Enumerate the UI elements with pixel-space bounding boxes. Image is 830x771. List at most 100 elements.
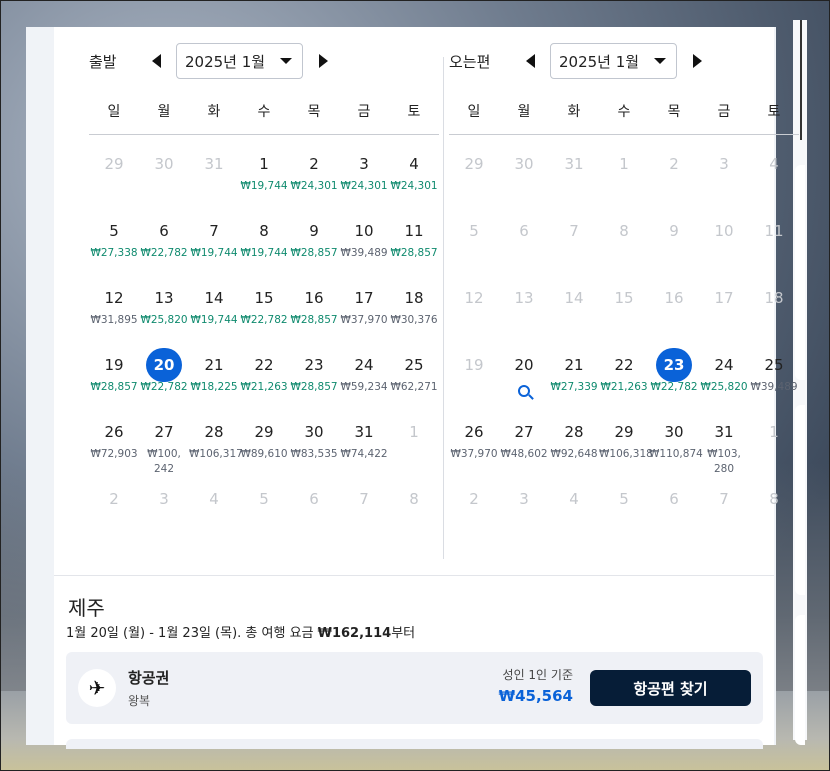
day-cell[interactable]: 26 ₩72,903 bbox=[89, 415, 139, 482]
day-price: ₩24,301 bbox=[290, 180, 338, 192]
prev-month-button[interactable] bbox=[145, 50, 167, 72]
side-card bbox=[795, 615, 805, 745]
day-cell[interactable]: 5 ₩27,338 bbox=[89, 214, 139, 281]
day-cell[interactable]: 31 ₩103, 280 bbox=[699, 415, 749, 482]
search-icon[interactable] bbox=[518, 385, 530, 397]
day-number: 1 bbox=[409, 423, 419, 441]
next-month-button[interactable] bbox=[686, 50, 708, 72]
day-cell[interactable]: 21 ₩18,225 bbox=[189, 348, 239, 415]
day-cell[interactable]: 10 ₩39,489 bbox=[339, 214, 389, 281]
day-price: ₩21,263 bbox=[600, 381, 648, 393]
week-row: 19 20 21 ₩27,339 22 ₩21,263 23 ₩22,782 24 ₩25,820… bbox=[449, 348, 799, 415]
week-row: 19 ₩28,857 20 ₩22,782 21 ₩18,225 22 ₩21,263 23 ₩2… bbox=[89, 348, 439, 415]
next-month-button[interactable] bbox=[312, 50, 334, 72]
caret-down-icon bbox=[654, 58, 666, 64]
day-price: ₩106,318 bbox=[599, 448, 653, 460]
day-number: 25 bbox=[404, 356, 424, 374]
selected-day-cell[interactable]: 23 ₩22,782 bbox=[649, 348, 699, 415]
find-flights-button[interactable]: 항공편 찾기 bbox=[590, 670, 751, 706]
day-cell[interactable]: 26 ₩37,970 bbox=[449, 415, 499, 482]
day-cell[interactable]: 17 ₩37,970 bbox=[339, 281, 389, 348]
day-cell[interactable]: 12 ₩31,895 bbox=[89, 281, 139, 348]
outbound-month-value: 2025년 1월 bbox=[185, 52, 266, 71]
week-row: 5 6 7 8 9 10 11 bbox=[449, 214, 799, 281]
day-price: ₩31,895 bbox=[90, 314, 138, 326]
day-number: 1 bbox=[259, 155, 269, 173]
day-number: 23 bbox=[304, 356, 324, 374]
day-number: 9 bbox=[669, 222, 679, 240]
day-cell[interactable]: 27 ₩100, 242 bbox=[139, 415, 189, 482]
day-cell[interactable]: 20 bbox=[499, 348, 549, 415]
day-cell[interactable]: 31 ₩74,422 bbox=[339, 415, 389, 482]
day-cell[interactable]: 6 ₩22,782 bbox=[139, 214, 189, 281]
triangle-left-icon bbox=[525, 54, 535, 68]
day-cell[interactable]: 16 ₩28,857 bbox=[289, 281, 339, 348]
inbound-month-select[interactable]: 2025년 1월 bbox=[550, 43, 677, 79]
day-cell[interactable]: 2 ₩24,301 bbox=[289, 147, 339, 214]
day-cell[interactable]: 21 ₩27,339 bbox=[549, 348, 599, 415]
day-cell[interactable]: 3 ₩24,301 bbox=[339, 147, 389, 214]
weekday-label: 토 bbox=[407, 104, 421, 120]
day-cell[interactable]: 13 ₩25,820 bbox=[139, 281, 189, 348]
day-number: 29 bbox=[254, 423, 274, 441]
prev-month-button[interactable] bbox=[519, 50, 541, 72]
day-price: ₩22,782 bbox=[140, 381, 188, 393]
day-price: ₩106,317 bbox=[189, 448, 243, 460]
day-number: 27 bbox=[514, 423, 534, 441]
day-number: 3 bbox=[359, 155, 369, 173]
day-cell[interactable]: 24 ₩25,820 bbox=[699, 348, 749, 415]
day-cell[interactable]: 29 ₩89,610 bbox=[239, 415, 289, 482]
day-number: 3 bbox=[719, 155, 729, 173]
outbound-day-grid: 29 30 31 1 ₩19,744 2 ₩24,301 3 ₩24,301 4 ₩24,301 5 ₩… bbox=[89, 147, 439, 549]
flight-title: 항공권 bbox=[128, 669, 170, 687]
day-number: 28 bbox=[204, 423, 224, 441]
day-cell[interactable]: 7 ₩19,744 bbox=[189, 214, 239, 281]
day-cell: 7 bbox=[549, 214, 599, 281]
day-price: ₩59,234 bbox=[340, 381, 388, 393]
day-cell: 1 bbox=[599, 147, 649, 214]
day-cell[interactable]: 30 ₩83,535 bbox=[289, 415, 339, 482]
day-number: 10 bbox=[354, 222, 374, 240]
day-cell: 19 bbox=[449, 348, 499, 415]
day-cell[interactable]: 19 ₩28,857 bbox=[89, 348, 139, 415]
day-cell[interactable]: 27 ₩48,602 bbox=[499, 415, 549, 482]
day-number: 12 bbox=[104, 289, 124, 307]
day-cell[interactable]: 22 ₩21,263 bbox=[599, 348, 649, 415]
day-price: ₩27,339 bbox=[550, 381, 598, 393]
day-cell[interactable]: 14 ₩19,744 bbox=[189, 281, 239, 348]
day-cell[interactable]: 8 ₩19,744 bbox=[239, 214, 289, 281]
day-cell: 16 bbox=[649, 281, 699, 348]
day-cell[interactable]: 25 ₩39,489 bbox=[749, 348, 799, 415]
day-number: 2 bbox=[109, 490, 119, 508]
day-cell[interactable]: 29 ₩106,318 bbox=[599, 415, 653, 482]
day-number: 6 bbox=[309, 490, 319, 508]
day-number: 21 bbox=[564, 356, 584, 374]
weekday-label: 금 bbox=[717, 104, 731, 120]
flight-price: ₩45,564 bbox=[498, 687, 573, 705]
day-cell[interactable]: 9 ₩28,857 bbox=[289, 214, 339, 281]
day-cell[interactable]: 28 ₩92,648 bbox=[549, 415, 599, 482]
day-cell[interactable]: 28 ₩106,317 bbox=[189, 415, 243, 482]
day-cell[interactable]: 15 ₩22,782 bbox=[239, 281, 289, 348]
day-cell[interactable]: 11 ₩28,857 bbox=[389, 214, 439, 281]
day-cell[interactable]: 24 ₩59,234 bbox=[339, 348, 389, 415]
day-cell[interactable]: 25 ₩62,271 bbox=[389, 348, 439, 415]
weekday-label: 화 bbox=[567, 104, 581, 120]
day-cell[interactable]: 4 ₩24,301 bbox=[389, 147, 439, 214]
day-price: ₩92,648 bbox=[550, 448, 598, 460]
day-number: 28 bbox=[564, 423, 584, 441]
day-cell[interactable]: 23 ₩28,857 bbox=[289, 348, 339, 415]
day-cell: 2 bbox=[449, 482, 499, 549]
day-cell: 8 bbox=[749, 482, 799, 549]
selected-day-cell[interactable]: 20 ₩22,782 bbox=[139, 348, 189, 415]
day-cell: 10 bbox=[699, 214, 749, 281]
outbound-month-select[interactable]: 2025년 1월 bbox=[176, 43, 303, 79]
day-cell[interactable]: 18 ₩30,376 bbox=[389, 281, 439, 348]
day-cell[interactable]: 1 ₩19,744 bbox=[239, 147, 289, 214]
day-cell: 4 bbox=[189, 482, 239, 549]
day-cell[interactable]: 22 ₩21,263 bbox=[239, 348, 289, 415]
day-cell: 11 bbox=[749, 214, 799, 281]
trip-dates-total: 1월 20일 (월) - 1월 23일 (목). 총 여행 요금 ₩162,11… bbox=[66, 622, 415, 641]
day-price: ₩39,489 bbox=[750, 381, 798, 393]
day-cell[interactable]: 30 ₩110,874 bbox=[649, 415, 703, 482]
